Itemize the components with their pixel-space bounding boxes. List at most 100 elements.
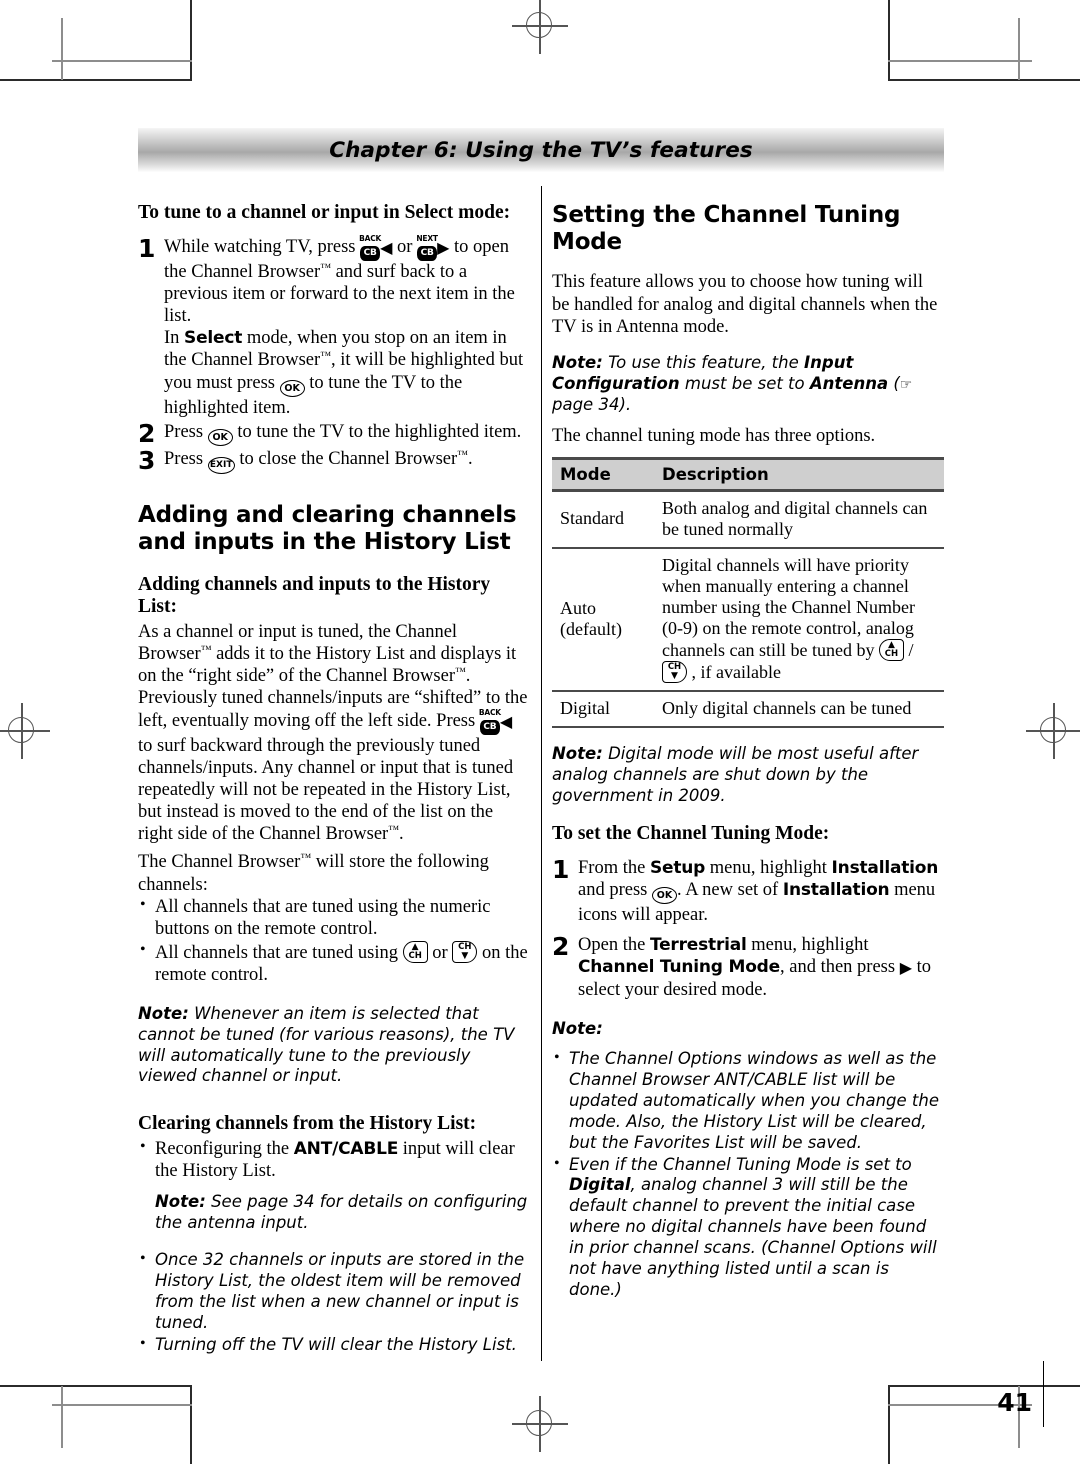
channel-up-key-icon: ▲ CH	[878, 639, 904, 662]
note-part-1: To use this feature, the	[602, 352, 805, 372]
crop-mark-tl-h2	[52, 60, 192, 62]
trademark-symbol: ™	[320, 350, 331, 363]
rstep1-a: From the	[578, 857, 650, 878]
paragraph-three-options: The channel tuning mode has three option…	[552, 425, 876, 446]
step-text: From the Setup menu, highlight Installat…	[578, 857, 944, 926]
list-item: All channels that are tuned using the nu…	[138, 895, 530, 940]
note-text: See page 34 for details on configuring t…	[155, 1192, 528, 1233]
note-part-3: (	[888, 373, 900, 393]
step-text: Press EXIT to close the Channel Browser™…	[164, 448, 530, 475]
note-label: Note:	[138, 1003, 189, 1023]
cell-description-sep: /	[903, 640, 914, 661]
bullet-chkeys-a: All channels that are tuned using	[155, 943, 403, 964]
step-number: 1	[138, 233, 156, 263]
bullet-list-history-notes: Once 32 channels or inputs are stored in…	[138, 1249, 530, 1356]
bullet-list-stored-channels: All channels that are tuned using the nu…	[138, 895, 530, 987]
chapter-title: Chapter 6: Using the TV’s features	[329, 137, 753, 163]
cell-description: Digital channels will have priority when…	[654, 548, 944, 693]
trademark-symbol: ™	[200, 643, 212, 656]
cell-description-a: Digital channels will have priority when…	[662, 555, 915, 661]
heading-to-set-tuning-mode: To set the Channel Tuning Mode:	[552, 823, 830, 845]
crop-mark-bl-v	[190, 1385, 192, 1464]
paragraph-intro: This feature allows you to choose how tu…	[552, 272, 938, 337]
registration-mark-right	[1026, 703, 1080, 759]
rstep2-b: menu, highlight	[746, 935, 869, 956]
term-terrestrial: Terrestrial	[649, 935, 747, 956]
note-input-configuration: Note: To use this feature, the Input Con…	[552, 353, 944, 416]
crop-mark-tr-h2	[888, 60, 1032, 62]
table-row: Standard Both analog and digital channel…	[552, 490, 944, 550]
bullet-chkeys-b: or	[427, 943, 453, 964]
cell-description-b: , if available	[687, 662, 781, 683]
crop-mark-bl-h	[0, 1385, 192, 1387]
channel-up-key-icon: ▲ CH	[402, 941, 428, 964]
hand-pointing-icon: ☞	[899, 376, 913, 393]
trademark-symbol: ™	[300, 852, 312, 865]
heading-adding-clearing: Adding and clearing channels and inputs …	[138, 502, 517, 555]
para-adding-4: to surf backward through the previously …	[138, 735, 514, 845]
right-step-2: 2 Open the Terrestrial menu, highlight C…	[552, 934, 944, 1001]
crop-mark-br-h	[888, 1385, 1080, 1387]
crop-mark-bl-v2	[61, 1386, 63, 1448]
page-number: 41	[997, 1388, 1032, 1417]
note-digital-mode: Note: Digital mode will be most useful a…	[552, 744, 944, 807]
crop-mark-tl-v2	[61, 18, 63, 80]
registration-mark-bottom	[512, 1396, 568, 1452]
right-column: Setting the Channel Tuning Mode This fea…	[552, 202, 944, 1357]
heading-select-mode: To tune to a channel or input in Select …	[138, 202, 511, 223]
bullet-list-right-notes: The Channel Options windows as well as t…	[552, 1048, 944, 1302]
rstep1-c: and press	[578, 880, 652, 901]
step-number: 2	[552, 932, 570, 962]
arrow-left-icon: ◀	[499, 713, 513, 731]
registration-mark-top	[512, 0, 568, 54]
column-header-description: Description	[654, 456, 944, 492]
list-item: Even if the Channel Tuning Mode is set t…	[552, 1154, 944, 1302]
step-text: While watching TV, press BACK CB ◀ or NEXT…	[164, 234, 530, 419]
exit-key-icon: EXIT	[207, 457, 235, 475]
rstep2-c: , and then press	[779, 957, 900, 978]
list-item: Reconfiguring the ANT/CABLE input will c…	[138, 1137, 530, 1182]
paragraph-adding: As a channel or input is tuned, the Chan…	[138, 621, 530, 846]
arrow-left-icon: ◀	[380, 239, 393, 257]
channel-down-key-icon: CH ▼	[662, 661, 687, 684]
cb-back-key-icon: BACK CB	[479, 708, 501, 735]
crop-mark-tr-v2	[1018, 18, 1020, 80]
channel-tuning-mode-table: Mode Description Standard Both analog an…	[552, 456, 944, 729]
step3-text-a: Press	[164, 449, 208, 470]
page-number-rule	[1042, 1361, 1044, 1427]
cell-mode: Standard	[552, 490, 654, 550]
term-select: Select	[184, 328, 243, 349]
term-setup: Setup	[649, 857, 706, 878]
arrow-right-icon: ▶	[437, 239, 450, 257]
term-installation: Installation	[782, 880, 890, 901]
step2-text-b: to tune the TV to the highlighted item.	[232, 421, 522, 442]
step3-text-b: to close the Channel Browser	[234, 449, 458, 470]
crop-mark-tl-h	[0, 79, 192, 81]
note-part-4: page 34).	[552, 394, 632, 414]
crop-mark-tr-v	[888, 0, 890, 81]
trademark-symbol: ™	[457, 449, 468, 462]
table-row: Digital Only digital channels can be tun…	[552, 691, 944, 729]
column-divider	[541, 186, 543, 1361]
trademark-symbol: ™	[320, 261, 331, 274]
bullet-reconfig-a: Reconfiguring the	[155, 1139, 294, 1160]
heading-clearing-history: Clearing channels from the History List:	[138, 1113, 477, 1135]
list-item: All channels that are tuned using ▲CH or…	[138, 940, 530, 986]
step-2: 2 Press OK to tune the TV to the highlig…	[138, 421, 530, 447]
cell-description: Only digital channels can be tuned	[654, 691, 944, 729]
rnote-b-a: Even if the Channel Tuning Mode is set t…	[569, 1154, 912, 1174]
note-label: Note:	[552, 744, 603, 764]
para-store-1: The Channel Browser	[138, 852, 301, 873]
table-header-row: Mode Description	[552, 456, 944, 492]
right-step-1: 1 From the Setup menu, highlight Install…	[552, 857, 944, 926]
heading-setting-tuning-mode: Setting the Channel Tuning Mode	[552, 202, 901, 255]
para-adding-5: .	[399, 824, 404, 845]
step1-text-b: or	[392, 236, 418, 257]
cell-description: Both analog and digital channels can be …	[654, 490, 944, 550]
term-channel-tuning-mode: Channel Tuning Mode	[578, 957, 780, 978]
ok-key-icon: OK	[207, 428, 233, 446]
term-digital: Digital	[569, 1175, 631, 1195]
ok-key-icon: OK	[651, 887, 677, 905]
step-text: Open the Terrestrial menu, highlight Cha…	[578, 934, 944, 1001]
note-text: Whenever an item is selected that cannot…	[138, 1003, 515, 1086]
